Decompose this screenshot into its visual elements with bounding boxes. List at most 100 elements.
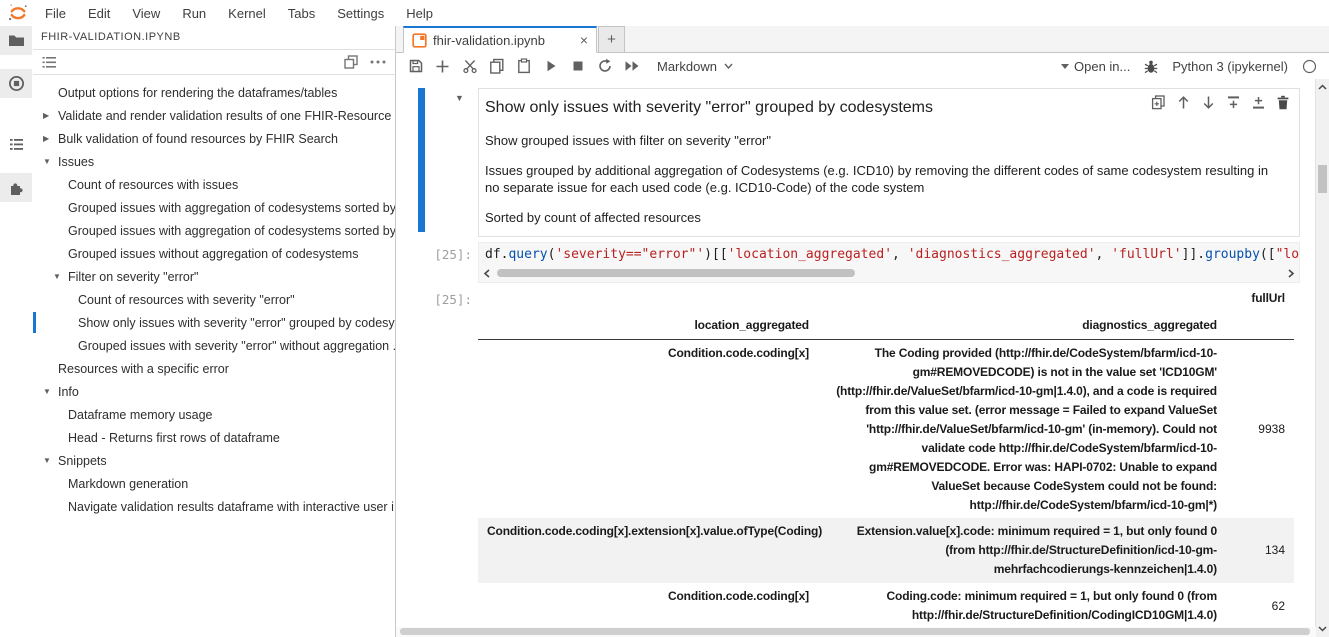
toc-item[interactable]: Dataframe memory usage xyxy=(33,403,395,426)
toc-item[interactable]: Grouped issues with aggregation of codes… xyxy=(33,219,395,242)
cell-collapser-icon[interactable]: ▼ xyxy=(455,93,464,103)
toc-tree: Output options for rendering the datafra… xyxy=(33,75,395,518)
toc-item[interactable]: Output options for rendering the datafra… xyxy=(33,81,395,104)
restart-kernel-button[interactable] xyxy=(591,58,618,74)
sidebar-tab-extensions[interactable] xyxy=(0,173,32,202)
restart-run-all-button[interactable] xyxy=(618,59,645,73)
add-cell-button[interactable] xyxy=(429,59,456,74)
kernel-status-icon[interactable] xyxy=(1302,59,1317,74)
toc-item[interactable]: ▼Filter on severity "error" xyxy=(33,265,395,288)
save-button[interactable] xyxy=(402,58,429,74)
code-token-variable: df xyxy=(485,247,501,262)
cell-type-dropdown[interactable]: Markdown xyxy=(657,59,733,74)
toc-item[interactable]: ▼Issues xyxy=(33,150,395,173)
cut-cells-button[interactable] xyxy=(456,58,483,74)
toc-item[interactable]: Grouped issues with aggregation of codes… xyxy=(33,196,395,219)
notebook-tab-title: fhir-validation.ipynb xyxy=(433,33,545,48)
vertical-scrollbar-thumb[interactable] xyxy=(1318,165,1327,193)
insert-cell-below-icon[interactable] xyxy=(1251,95,1266,110)
code-editor[interactable]: df.query('severity=="error"')[['location… xyxy=(478,242,1300,283)
menu-run[interactable]: Run xyxy=(171,1,217,26)
scroll-down-icon[interactable] xyxy=(1318,626,1327,632)
caret-down-icon xyxy=(1061,64,1069,69)
new-launcher-button[interactable]: + xyxy=(598,26,625,53)
toc-item[interactable]: ▼Info xyxy=(33,380,395,403)
close-tab-icon[interactable]: × xyxy=(580,33,588,47)
toc-item[interactable]: ▼Snippets xyxy=(33,449,395,472)
toc-panel-toolbar xyxy=(33,50,395,75)
toolbar-right-group: Open in... Python 3 (ipykernel) xyxy=(1061,59,1323,74)
interrupt-kernel-button[interactable] xyxy=(564,60,591,72)
menu-kernel[interactable]: Kernel xyxy=(217,1,277,26)
insert-cell-above-icon[interactable] xyxy=(1226,95,1241,110)
toc-item[interactable]: Count of resources with issues xyxy=(33,173,395,196)
paste-cells-button[interactable] xyxy=(510,58,537,74)
output-prompt: [25]: xyxy=(396,292,472,307)
toc-item-label: Grouped issues with severity "error" wit… xyxy=(78,339,395,353)
markdown-paragraph: Show grouped issues with filter on sever… xyxy=(485,132,1285,149)
sidebar-tab-table-of-contents[interactable] xyxy=(0,130,32,159)
toc-expanded-arrow-icon[interactable]: ▼ xyxy=(43,387,58,396)
fast-forward-icon xyxy=(624,59,640,73)
toc-item[interactable]: Count of resources with severity "error" xyxy=(33,288,395,311)
menu-help[interactable]: Help xyxy=(395,1,444,26)
notebook-tab[interactable]: fhir-validation.ipynb × xyxy=(403,26,597,53)
plus-icon xyxy=(435,59,450,74)
horizontal-scrollbar-thumb[interactable] xyxy=(400,628,1310,635)
scroll-left-icon[interactable] xyxy=(483,269,491,278)
toc-item-label: Count of resources with issues xyxy=(68,178,238,192)
toc-item[interactable]: Resources with a specific error xyxy=(33,357,395,380)
toc-item[interactable]: Show only issues with severity "error" g… xyxy=(33,311,395,334)
menu-view[interactable]: View xyxy=(121,1,171,26)
toc-numbered-list-icon[interactable] xyxy=(42,56,57,69)
toc-item[interactable]: Navigate validation results dataframe wi… xyxy=(33,495,395,518)
editor-scrollbar-thumb[interactable] xyxy=(497,269,855,277)
toc-expanded-arrow-icon[interactable]: ▼ xyxy=(43,157,58,166)
scroll-right-icon[interactable] xyxy=(1287,269,1295,278)
toc-item[interactable]: ▶Bulk validation of found resources by F… xyxy=(33,127,395,150)
notebook-file-icon xyxy=(412,33,427,48)
move-cell-up-icon[interactable] xyxy=(1176,95,1191,110)
table-row: Condition.code.coding[x]Coding.code: min… xyxy=(478,583,1294,627)
run-cell-button[interactable] xyxy=(537,59,564,73)
toc-collapsed-arrow-icon[interactable]: ▶ xyxy=(43,134,58,143)
menu-tabs[interactable]: Tabs xyxy=(277,1,326,26)
toc-item-label: Show only issues with severity "error" g… xyxy=(78,316,395,330)
toc-item-label: Grouped issues with aggregation of codes… xyxy=(68,201,395,215)
toc-item[interactable]: Markdown generation xyxy=(33,472,395,495)
toc-item-label: Output options for rendering the datafra… xyxy=(58,86,337,100)
count-cell: 134 xyxy=(1226,518,1294,583)
location-cell: Condition.code.coding[x].extension[x].va… xyxy=(478,518,818,583)
notebook-content: ▼ xyxy=(396,79,1316,627)
toc-item[interactable]: Head - Returns first rows of dataframe xyxy=(33,426,395,449)
menu-file[interactable]: File xyxy=(34,1,77,26)
toc-item[interactable]: Grouped issues with severity "error" wit… xyxy=(33,334,395,357)
debugger-bug-icon[interactable] xyxy=(1144,59,1158,74)
scroll-up-icon[interactable] xyxy=(1318,84,1327,90)
copy-cells-button[interactable] xyxy=(483,58,510,74)
toc-expanded-arrow-icon[interactable]: ▼ xyxy=(43,456,58,465)
duplicate-cell-icon[interactable] xyxy=(1151,95,1166,110)
dataframe-header: fullUrl location_aggregated diagnostics_… xyxy=(478,285,1294,339)
toc-item[interactable]: ▶Validate and render validation results … xyxy=(33,104,395,127)
delete-cell-icon[interactable] xyxy=(1276,95,1290,110)
toc-item-label: Info xyxy=(58,385,79,399)
kernel-name[interactable]: Python 3 (ipykernel) xyxy=(1172,59,1288,74)
folder-icon xyxy=(8,33,25,48)
toc-expanded-arrow-icon[interactable]: ▼ xyxy=(53,272,68,281)
code-token-name: groupby xyxy=(1205,247,1260,262)
active-cell-indicator-bar[interactable] xyxy=(418,88,425,232)
open-in-dropdown[interactable]: Open in... xyxy=(1061,59,1130,74)
markdown-cell[interactable]: Show only issues with severity "error" g… xyxy=(478,88,1300,237)
sidebar-tab-running-kernels[interactable] xyxy=(0,69,32,98)
code-token-punct: , xyxy=(892,247,908,262)
toc-item-label: Bulk validation of found resources by FH… xyxy=(58,132,338,146)
sidebar-tab-file-browser[interactable] xyxy=(0,26,32,55)
menu-settings[interactable]: Settings xyxy=(326,1,395,26)
toc-item[interactable]: Grouped issues without aggregation of co… xyxy=(33,242,395,265)
toc-collapsed-arrow-icon[interactable]: ▶ xyxy=(43,111,58,120)
menu-edit[interactable]: Edit xyxy=(77,1,121,26)
move-cell-down-icon[interactable] xyxy=(1201,95,1216,110)
collapse-all-icon[interactable] xyxy=(344,55,358,69)
more-options-icon[interactable] xyxy=(370,60,386,64)
